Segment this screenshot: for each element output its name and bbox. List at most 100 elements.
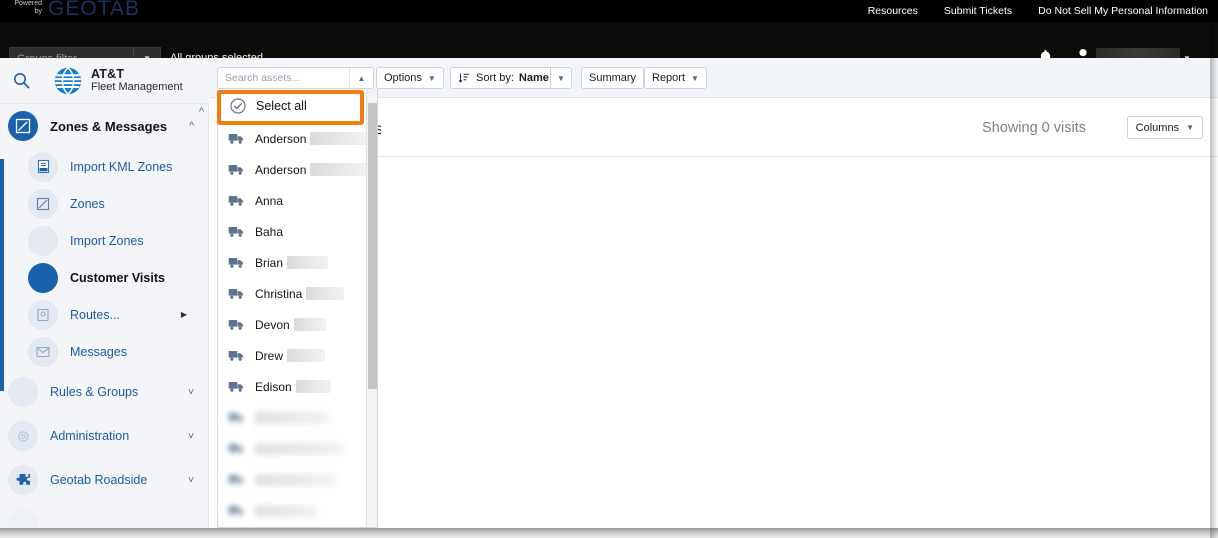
options-button[interactable]: Options ▼: [376, 67, 444, 89]
dropdown-scrollbar-thumb[interactable]: [368, 103, 377, 389]
redacted-name-block: [255, 504, 317, 517]
chevron-right-icon[interactable]: ▶: [181, 310, 187, 319]
search-icon[interactable]: [9, 72, 33, 89]
gear-icon: [8, 421, 38, 451]
truck-icon: [228, 132, 245, 145]
sidebar-item-messages[interactable]: Messages: [0, 333, 209, 370]
sidebar-item-label: Customer Visits: [70, 270, 165, 285]
redacted-name-block: [287, 348, 326, 362]
redacted-name-block: [306, 286, 345, 300]
sidebar-item-label: Zones: [70, 196, 105, 211]
sidebar-item-zones-messages[interactable]: Zones & Messages ^: [0, 104, 209, 148]
sidebar-item-partial[interactable]: [0, 502, 209, 528]
asset-list-item-blurred[interactable]: [218, 433, 377, 464]
att-brand-text: AT&T Fleet Management: [91, 67, 183, 95]
columns-button[interactable]: Columns ▼: [1126, 116, 1203, 139]
redacted-name-block: [255, 473, 335, 486]
sidebar-nav-list: Zones & Messages ^ Import KML Zones Zone…: [0, 104, 209, 528]
chevron-up-icon[interactable]: ^: [189, 121, 194, 132]
showing-visits-count: Showing 0 visits: [982, 120, 1086, 136]
report-label: Report: [652, 72, 686, 84]
truck-icon: [228, 318, 245, 331]
search-assets-placeholder: Search assets...: [225, 72, 301, 84]
asset-list-item[interactable]: Baha: [218, 216, 377, 247]
chevron-down-icon[interactable]: ˅: [188, 387, 194, 398]
asset-list-item-blurred[interactable]: [218, 402, 377, 433]
asset-list-item[interactable]: Edison: [218, 371, 377, 402]
sidebar-item-import-kml-zones[interactable]: Import KML Zones: [0, 148, 209, 185]
app-window: Powered by GEOTAB Resources Submit Ticket…: [0, 0, 1218, 538]
top-link-submit-tickets[interactable]: Submit Tickets: [944, 5, 1012, 17]
messages-icon: [28, 336, 58, 367]
chevron-down-icon: ▼: [1186, 123, 1194, 132]
redacted-name-block: [255, 411, 329, 424]
groups-filter-bar: Groups filter ▼ All groups selected ▼: [0, 22, 1218, 70]
search-assets-input[interactable]: Search assets... ▲: [217, 67, 374, 89]
check-circle-icon: [230, 98, 246, 114]
asset-list-item[interactable]: Anna: [218, 185, 377, 216]
sidebar-item-import-zones[interactable]: Import Zones: [0, 222, 209, 259]
chevron-down-icon[interactable]: ˅: [188, 475, 194, 486]
truck-icon: [228, 411, 245, 424]
report-button[interactable]: Report ▼: [644, 67, 707, 89]
asset-list-item[interactable]: Christina: [218, 278, 377, 309]
rules-icon: [8, 377, 38, 407]
top-link-resources[interactable]: Resources: [868, 5, 918, 17]
dropdown-scrollbar[interactable]: [366, 89, 377, 527]
options-label: Options: [384, 72, 422, 84]
sort-by-dropdown-toggle[interactable]: ▼: [550, 67, 572, 89]
window-bottom-edge: [0, 528, 1218, 538]
sidebar-item-routes[interactable]: Routes... ▶: [0, 296, 209, 333]
asset-name: Baha: [255, 224, 284, 239]
asset-name: Christina: [255, 286, 345, 301]
chevron-up-icon[interactable]: ▲: [349, 68, 373, 88]
columns-label: Columns: [1135, 121, 1180, 134]
asset-list-item[interactable]: Devon: [218, 309, 377, 340]
sidebar-item-label: Import KML Zones: [70, 159, 173, 174]
asset-select-dropdown: Select all Anderson Anderson Anna Baha Brian C…: [217, 89, 378, 528]
chevron-down-icon[interactable]: ˅: [188, 431, 194, 442]
summary-button[interactable]: Summary: [581, 67, 645, 89]
sort-by-button[interactable]: Sort by: Name: [450, 67, 556, 89]
zones-icon: [28, 188, 58, 219]
sidebar-item-administration[interactable]: Administration ˅: [0, 414, 209, 458]
truck-icon: [228, 287, 245, 300]
sidebar-item-customer-visits[interactable]: Customer Visits: [0, 259, 209, 296]
summary-label: Summary: [589, 72, 637, 84]
asset-list-item-blurred[interactable]: [218, 495, 377, 526]
visits-panel: s Showing 0 visits Columns ▼: [373, 99, 1218, 528]
top-link-do-not-sell[interactable]: Do Not Sell My Personal Information: [1038, 5, 1208, 17]
sidebar-item-label: Import Zones: [70, 233, 144, 248]
att-brand-line1: AT&T: [91, 66, 125, 81]
redacted-name-block: [287, 255, 329, 269]
att-globe-icon: [53, 66, 83, 96]
asset-name: Edison: [255, 379, 331, 394]
sidebar-item-label: Geotab Roadside: [50, 473, 148, 487]
top-links: Resources Submit Tickets Do Not Sell My …: [868, 0, 1208, 22]
asset-list-item-blurred[interactable]: [218, 464, 377, 495]
truck-icon: [228, 194, 245, 207]
truck-icon: [228, 256, 245, 269]
asset-list-item[interactable]: Drew: [218, 340, 377, 371]
redacted-name-block: [310, 162, 371, 176]
truck-icon: [228, 225, 245, 238]
sidebar-scroll-up-icon[interactable]: ^: [199, 106, 204, 118]
puzzle-icon: [8, 465, 38, 495]
sidebar-item-zones[interactable]: Zones: [0, 185, 209, 222]
sidebar-item-label: Routes...: [70, 307, 121, 322]
sidebar-item-geotab-roadside[interactable]: Geotab Roadside ˅: [0, 458, 209, 502]
asset-list-item[interactable]: Brian: [218, 247, 377, 278]
asset-list-item[interactable]: Anderson: [218, 154, 377, 185]
truck-icon: [228, 349, 245, 362]
truck-icon: [228, 163, 245, 176]
chevron-down-icon: ▼: [557, 73, 565, 83]
truck-icon: [228, 504, 245, 517]
select-all-item[interactable]: Select all: [218, 89, 377, 123]
asset-name: Anderson: [255, 131, 371, 146]
partial-icon: [8, 509, 38, 528]
chevron-down-icon: ▼: [691, 73, 699, 83]
visits-panel-header: s Showing 0 visits Columns ▼: [373, 99, 1218, 157]
asset-list-item[interactable]: Anderson: [218, 123, 377, 154]
sidebar-item-rules-groups[interactable]: Rules & Groups ˅: [0, 370, 209, 414]
redacted-name-block: [255, 442, 343, 455]
